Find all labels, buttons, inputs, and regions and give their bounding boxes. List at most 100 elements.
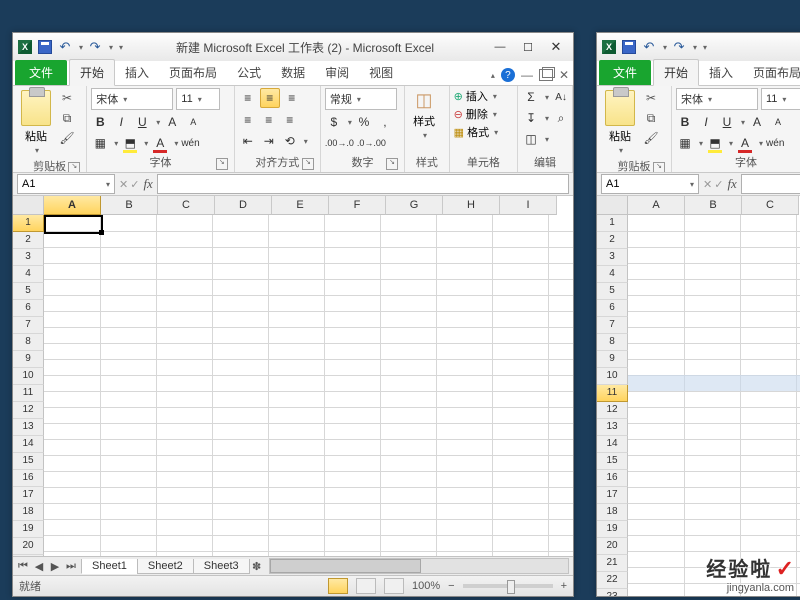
align-center-icon[interactable]: ≡ [260, 111, 278, 129]
row-header[interactable]: 3 [13, 249, 44, 266]
row-header[interactable]: 17 [597, 487, 628, 504]
grow-font-icon[interactable]: A [748, 113, 766, 131]
sheet-tab[interactable]: Sheet1 [81, 559, 138, 574]
formula-input[interactable] [157, 174, 569, 194]
sheet-nav-last-icon[interactable]: ⏭ [63, 560, 79, 573]
align-left-icon[interactable]: ≡ [239, 111, 257, 129]
row-header[interactable]: 4 [13, 266, 44, 283]
column-header[interactable]: A [44, 196, 101, 215]
row-header[interactable]: 10 [597, 368, 628, 385]
fx-icon[interactable]: fx [143, 176, 152, 192]
font-name-combo[interactable]: 宋体▾ [676, 88, 758, 110]
row-header[interactable]: 7 [13, 317, 44, 334]
border-button[interactable]: ▦ [91, 134, 109, 152]
sheet-tab[interactable]: Sheet3 [193, 559, 250, 574]
redo-icon[interactable]: ↷ [671, 39, 687, 55]
row-header[interactable]: 18 [13, 504, 44, 521]
file-tab[interactable]: 文件 [599, 60, 651, 85]
fill-color-button[interactable]: ⬒ [121, 134, 139, 152]
view-normal-icon[interactable] [328, 578, 348, 594]
insert-cells-button[interactable]: ⊕插入 ▾ [454, 88, 497, 104]
qat-customize-icon[interactable]: ▾ [703, 43, 707, 52]
view-page-break-icon[interactable] [384, 578, 404, 594]
zoom-in-icon[interactable]: + [561, 580, 567, 592]
delete-cells-button[interactable]: ⊖删除 ▾ [454, 106, 497, 122]
row-header[interactable]: 11 [597, 385, 628, 402]
name-box[interactable]: A1▾ [601, 174, 699, 194]
dialog-launcher-icon[interactable]: ↘ [653, 162, 665, 173]
tab-2[interactable]: 页面布局 [743, 60, 800, 85]
horizontal-scrollbar[interactable] [269, 558, 569, 574]
fill-color-button[interactable]: ⬒ [706, 134, 724, 152]
save-icon[interactable] [37, 39, 53, 55]
number-format-combo[interactable]: 常规▾ [325, 88, 397, 110]
font-color-button[interactable]: A [151, 134, 169, 152]
underline-button[interactable]: U [718, 113, 736, 131]
percent-format-icon[interactable]: % [355, 113, 373, 131]
column-header[interactable]: C [158, 196, 215, 215]
formula-input[interactable] [741, 174, 800, 194]
bold-button[interactable]: B [676, 113, 694, 131]
increase-decimal-icon[interactable]: .00→.0 [325, 134, 354, 152]
view-page-layout-icon[interactable] [356, 578, 376, 594]
sheet-nav-prev-icon[interactable]: ◀ [31, 560, 47, 573]
file-tab[interactable]: 文件 [15, 60, 67, 85]
tab-0[interactable]: 开始 [69, 59, 115, 86]
sheet-tab[interactable]: Sheet2 [137, 559, 194, 574]
format-cells-button[interactable]: ▦格式 ▾ [454, 124, 498, 140]
tab-1[interactable]: 插入 [699, 60, 743, 85]
dialog-launcher-icon[interactable]: ↘ [216, 158, 228, 170]
copy-icon[interactable]: ⧉ [59, 110, 75, 126]
tab-1[interactable]: 插入 [115, 60, 159, 85]
paste-button[interactable]: 粘贴 ▾ [17, 88, 55, 157]
clear-icon[interactable]: ◫ [522, 130, 540, 148]
format-painter-icon[interactable]: 🖌 [59, 130, 75, 146]
row-header[interactable]: 3 [597, 249, 628, 266]
row-header[interactable]: 6 [13, 300, 44, 317]
sheet-nav-first-icon[interactable]: ⏮ [15, 560, 31, 573]
tab-3[interactable]: 公式 [227, 60, 271, 85]
italic-button[interactable]: I [697, 113, 715, 131]
select-all-corner[interactable] [597, 196, 628, 215]
save-icon[interactable] [621, 39, 637, 55]
decrease-indent-icon[interactable]: ⇤ [239, 132, 257, 150]
mdi-minimize-icon[interactable]: — [521, 68, 533, 82]
undo-icon[interactable]: ↶ [57, 39, 73, 55]
row-header[interactable]: 16 [597, 470, 628, 487]
tab-2[interactable]: 页面布局 [159, 60, 227, 85]
row-header[interactable]: 15 [13, 453, 44, 470]
row-header[interactable]: 14 [597, 436, 628, 453]
mdi-restore-icon[interactable] [539, 69, 553, 81]
format-painter-icon[interactable]: 🖌 [643, 130, 659, 146]
shrink-font-icon[interactable]: A [769, 113, 787, 131]
column-header[interactable]: D [215, 196, 272, 215]
row-header[interactable]: 18 [597, 504, 628, 521]
row-header[interactable]: 7 [597, 317, 628, 334]
row-header[interactable]: 19 [597, 521, 628, 538]
align-bottom-icon[interactable]: ≡ [283, 89, 301, 107]
column-header[interactable]: B [685, 196, 742, 215]
align-top-icon[interactable]: ≡ [239, 89, 257, 107]
border-button[interactable]: ▦ [676, 134, 694, 152]
row-header[interactable]: 16 [13, 470, 44, 487]
tab-4[interactable]: 数据 [271, 60, 315, 85]
cut-icon[interactable]: ✂ [643, 90, 659, 106]
find-icon[interactable]: ⌕ [552, 109, 570, 127]
copy-icon[interactable]: ⧉ [643, 110, 659, 126]
cells-area[interactable] [628, 215, 800, 596]
row-header[interactable]: 20 [597, 538, 628, 555]
undo-icon[interactable]: ↶ [641, 39, 657, 55]
column-header[interactable]: B [101, 196, 158, 215]
cells-area[interactable] [44, 215, 573, 556]
fill-icon[interactable]: ↧ [522, 109, 540, 127]
tab-0[interactable]: 开始 [653, 59, 699, 86]
sheet-nav-next-icon[interactable]: ▶ [47, 560, 63, 573]
column-header[interactable]: G [386, 196, 443, 215]
select-all-corner[interactable] [13, 196, 44, 215]
selected-cell[interactable] [44, 215, 103, 234]
cell-styles-button[interactable]: ◫ 样式 ▾ [409, 88, 439, 142]
row-header[interactable]: 12 [597, 402, 628, 419]
ribbon-minimize-icon[interactable]: ▴ [491, 71, 495, 80]
font-color-button[interactable]: A [736, 134, 754, 152]
row-header[interactable]: 8 [597, 334, 628, 351]
